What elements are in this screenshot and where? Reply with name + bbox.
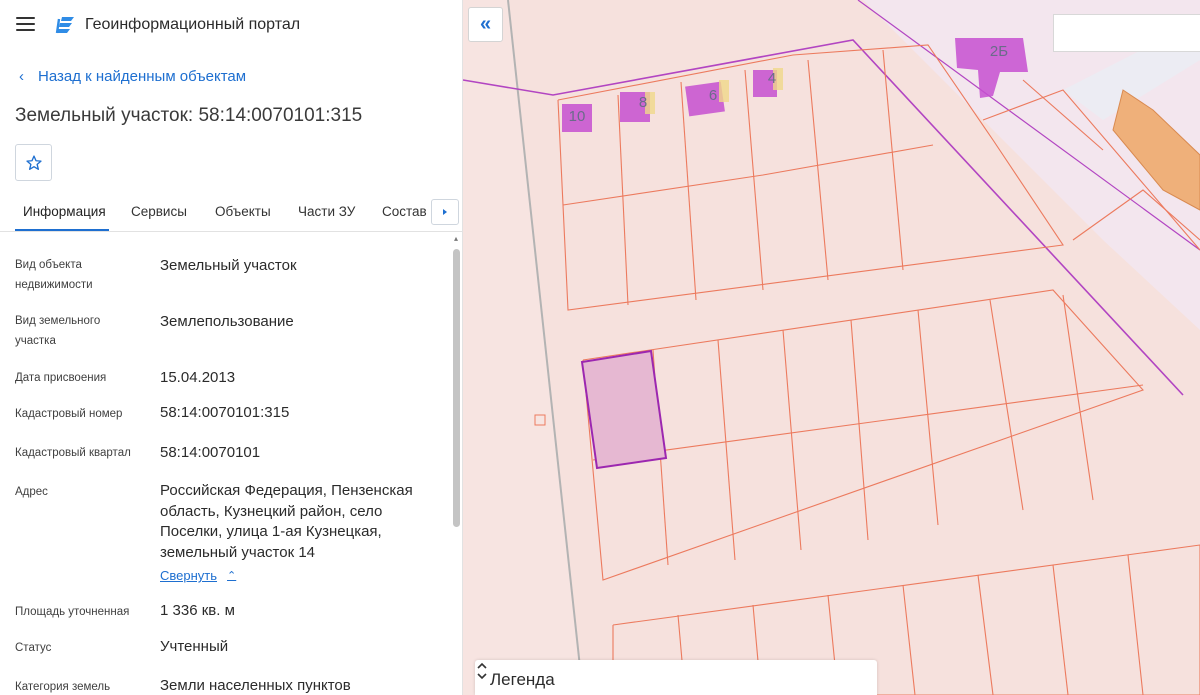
app-title: Геоинформационный портал [85,16,301,33]
property-label: Вид объекта недвижимости [15,259,93,291]
building-10: 10 [562,104,592,132]
triangle-right-icon [443,209,447,215]
building-number: 2Б [990,43,1008,60]
legend-label: Легенда [490,670,555,689]
building-8: 8 [620,92,655,122]
tab-objects[interactable]: Объекты [215,204,271,219]
address-collapse-label: Свернуть [160,568,218,583]
tabs-next-button[interactable] [431,199,459,225]
property-label: Адрес [15,486,48,498]
map-view[interactable]: 10 8 6 4 2Б « Легенда [463,0,1200,695]
building-number: 4 [768,70,776,87]
property-label: Кадастровый квартал [15,447,131,459]
hamburger-icon[interactable] [16,17,35,32]
page-title: Земельный участок: 58:14:0070101:315 [15,105,363,126]
double-chevron-left-icon: « [479,13,492,35]
properties-list: Вид объекта недвижимости Земельный участ… [0,233,450,695]
vertical-scrollbar[interactable]: ▴ [452,235,460,695]
property-value: 58:14:0070101:315 [160,404,290,421]
property-label: Площадь уточненная [15,606,130,618]
top-bar: Геоинформационный портал [0,0,462,52]
building-6: 6 [685,80,729,117]
tab-services[interactable]: Сервисы [131,204,187,219]
back-link[interactable]: ‹ Назад к найденным объектам [19,68,246,85]
scrollbar-thumb[interactable] [453,249,460,527]
property-value: 15.04.2013 [160,369,236,386]
portal-logo-icon [55,17,74,34]
selected-parcel[interactable] [580,349,668,470]
property-value: 58:14:0070101 [160,444,261,461]
chevron-up-icon: ⌃ [227,570,237,582]
scroll-up-icon[interactable]: ▴ [452,235,460,243]
property-value: 1 336 кв. м [160,602,235,619]
active-tab-indicator [15,229,109,231]
property-label: Категория земель [15,681,111,693]
chevron-left-icon: ‹ [19,68,24,85]
cadastral-map[interactable]: 10 8 6 4 2Б [463,0,1200,695]
property-label: Дата присвоения [15,372,107,384]
tab-information[interactable]: Информация [23,204,106,219]
building-number: 6 [709,87,717,104]
side-panel: Геоинформационный портал ‹ Назад к найде… [0,0,463,695]
property-value: Земельный участок [160,257,297,274]
chevron-up-down-icon[interactable] [475,660,489,682]
property-value: Земли населенных пунктов [160,677,351,694]
building-number: 10 [569,108,586,125]
property-value: Землепользование [160,313,294,330]
property-label: Вид земельного участка [15,315,101,347]
tab-parcel-parts[interactable]: Части ЗУ [298,204,355,219]
map-search-box[interactable] [1053,14,1200,52]
property-label: Статус [15,642,52,654]
building-4: 4 [753,68,783,97]
building-number: 8 [639,94,647,111]
address-collapse-link[interactable]: Свернуть ⌃ [160,568,236,583]
legend-panel[interactable]: Легенда [475,660,877,695]
property-value: Учтенный [160,638,229,655]
tab-bar: Информация Сервисы Объекты Части ЗУ Сост… [0,196,462,232]
star-outline-icon [25,154,42,170]
back-link-label: Назад к найденным объектам [38,68,247,85]
collapse-panel-button[interactable]: « [468,7,503,42]
parcel-lines-middle [582,289,1144,581]
tab-composition[interactable]: Состав [382,204,427,219]
favorite-button[interactable] [15,144,52,181]
property-value: Российская Федерация, Пензенская область… [160,482,413,561]
property-label: Кадастровый номер [15,408,123,420]
